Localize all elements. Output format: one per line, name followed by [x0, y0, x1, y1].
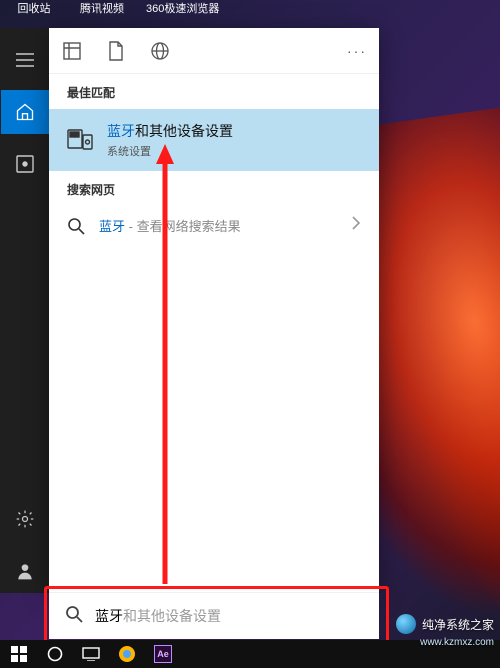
gear-icon — [15, 509, 35, 529]
home-icon — [15, 102, 35, 122]
more-button[interactable]: ··· — [347, 43, 367, 59]
grid-icon — [63, 42, 81, 60]
web-search-label: 搜索网页 — [49, 171, 379, 206]
watermark-url: www.kzmxz.com — [420, 637, 494, 648]
filter-documents-button[interactable] — [105, 40, 127, 62]
watermark: 纯净系统之家 — [396, 614, 494, 634]
best-match-item[interactable]: 蓝牙和其他设备设置 系统设置 — [49, 109, 379, 171]
hamburger-button[interactable] — [1, 38, 49, 82]
search-icon — [67, 217, 85, 235]
best-match-text: 蓝牙和其他设备设置 系统设置 — [107, 121, 233, 159]
library-button[interactable] — [1, 142, 49, 186]
logo-icon — [396, 614, 416, 634]
filter-web-button[interactable] — [149, 40, 171, 62]
desktop-icons: 回收站 腾讯视频 360极速浏览器 — [0, 0, 500, 28]
start-sidebar — [0, 28, 49, 593]
web-search-item[interactable]: 蓝牙 - 查看网络搜索结果 — [49, 206, 379, 245]
search-icon — [65, 605, 83, 628]
search-input[interactable]: 蓝牙和其他设备设置 — [95, 606, 363, 626]
account-button[interactable] — [1, 549, 49, 593]
square-icon — [16, 155, 34, 173]
desktop-icon[interactable]: 回收站 — [10, 0, 58, 28]
taskbar-app[interactable]: Ae — [148, 642, 178, 666]
globe-icon — [150, 41, 170, 61]
taskbar-app[interactable] — [112, 642, 142, 666]
ellipsis-icon: ··· — [347, 43, 367, 59]
best-match-label: 最佳匹配 — [49, 74, 379, 109]
document-icon — [108, 41, 124, 61]
taskview-button[interactable] — [76, 642, 106, 666]
devices-icon — [67, 127, 93, 153]
home-button[interactable] — [1, 90, 49, 134]
desktop-icon[interactable]: 腾讯视频 — [78, 0, 126, 28]
cortana-button[interactable] — [40, 642, 70, 666]
chevron-right-icon — [351, 216, 361, 235]
panel-filter-tabs: ··· — [49, 28, 379, 74]
hamburger-icon — [16, 53, 34, 67]
ae-icon: Ae — [154, 645, 172, 663]
best-match-subtitle: 系统设置 — [107, 143, 233, 159]
settings-button[interactable] — [1, 497, 49, 541]
taskview-icon — [82, 647, 100, 661]
person-icon — [15, 561, 35, 581]
circle-icon — [47, 646, 63, 662]
search-bar[interactable]: 蓝牙和其他设备设置 — [49, 593, 379, 639]
screen: 回收站 腾讯视频 360极速浏览器 — [0, 0, 500, 668]
desktop-icon[interactable]: 360极速浏览器 — [146, 0, 219, 28]
browser-icon — [118, 645, 136, 663]
filter-all-button[interactable] — [61, 40, 83, 62]
start-button[interactable] — [4, 642, 34, 666]
best-match-title: 蓝牙和其他设备设置 — [107, 121, 233, 141]
search-results-panel: ··· 最佳匹配 蓝牙和其他设备设置 系统设置 — [49, 28, 379, 593]
windows-icon — [11, 646, 27, 662]
